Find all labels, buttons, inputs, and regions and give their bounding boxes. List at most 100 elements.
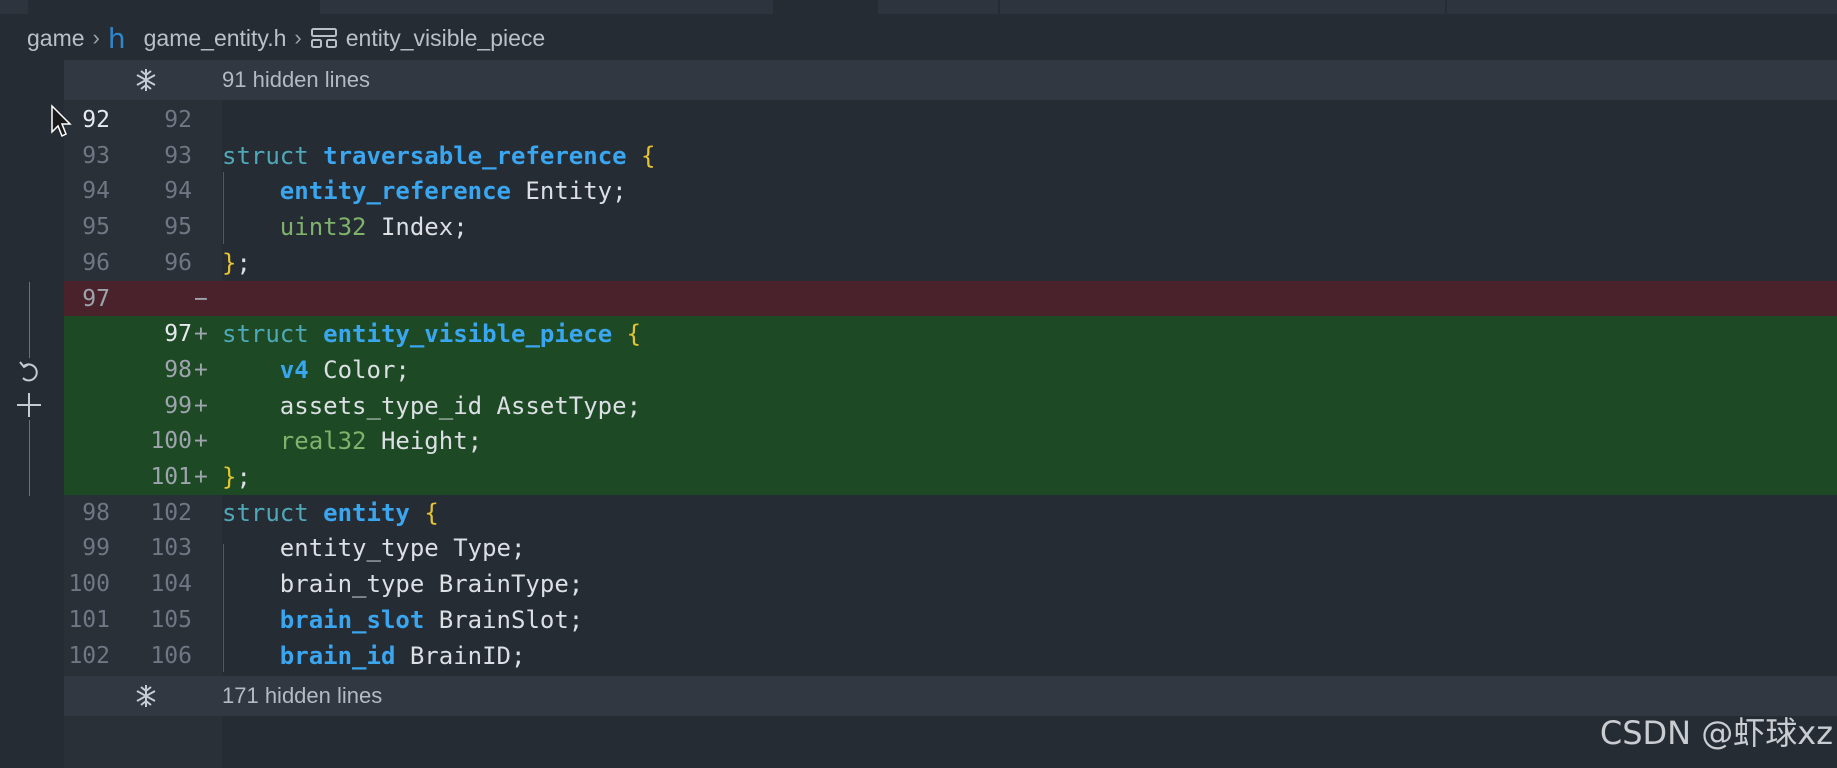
- old-line-number: 95: [82, 214, 110, 241]
- code-text[interactable]: assets_type_id AssetType;: [222, 388, 641, 424]
- expand-icon[interactable]: [64, 683, 222, 709]
- diff-marker: [194, 495, 218, 531]
- code-text[interactable]: entity_reference Entity;: [222, 173, 627, 209]
- code-text[interactable]: real32 Height;: [222, 423, 482, 459]
- new-line-number: 100: [150, 428, 192, 455]
- code-text[interactable]: struct traversable_reference {: [222, 138, 656, 174]
- old-line-number: 94: [82, 178, 110, 205]
- code-text[interactable]: struct entity {: [222, 495, 439, 531]
- code-text[interactable]: struct entity_visible_piece {: [222, 316, 641, 352]
- new-line-number: 96: [164, 249, 192, 276]
- code-token: assets_type_id AssetType;: [222, 391, 642, 420]
- code-line[interactable]: 99 103 entity_type Type;: [64, 530, 1837, 566]
- code-line[interactable]: 93 93 struct traversable_reference {: [64, 138, 1837, 174]
- tab-stub[interactable]: [878, 0, 998, 14]
- code-line[interactable]: 100 104 brain_type BrainType;: [64, 566, 1837, 602]
- added-line[interactable]: 100 + real32 Height;: [64, 423, 1837, 460]
- code-text[interactable]: entity_type Type;: [222, 530, 526, 566]
- tab-stub[interactable]: [320, 0, 773, 14]
- diff-marker: +: [194, 392, 208, 419]
- plus-icon[interactable]: [14, 390, 44, 420]
- diff-marker: −: [194, 285, 208, 312]
- code-token: BrainSlot;: [424, 605, 584, 634]
- new-line-number: 94: [164, 178, 192, 205]
- diff-marker: +: [194, 356, 208, 383]
- hidden-lines-top[interactable]: 91 hidden lines: [64, 60, 1837, 100]
- code-line[interactable]: 102 106 brain_id BrainID;: [64, 638, 1837, 674]
- change-range-line: [29, 420, 30, 496]
- new-line-number: 99: [164, 392, 192, 419]
- chevron-right-icon: ›: [92, 25, 100, 50]
- breadcrumb-folder[interactable]: game: [27, 25, 85, 52]
- code-text[interactable]: };: [222, 459, 251, 495]
- tab-strip: [0, 0, 1837, 16]
- added-line[interactable]: 98 + v4 Color;: [64, 351, 1837, 388]
- code-token: ;: [236, 248, 251, 277]
- hidden-lines-bottom[interactable]: 171 hidden lines: [64, 676, 1837, 716]
- code-token: {: [641, 141, 656, 170]
- code-text[interactable]: brain_type BrainType;: [222, 566, 583, 602]
- hidden-lines-label: 91 hidden lines: [222, 67, 371, 92]
- expand-icon[interactable]: [64, 67, 222, 93]
- code-token: struct: [222, 320, 324, 349]
- struct-icon: [310, 27, 338, 49]
- added-line[interactable]: 101 +};: [64, 459, 1837, 495]
- diff-marker: [194, 245, 218, 281]
- code-line[interactable]: 95 95 uint32 Index;: [64, 209, 1837, 245]
- old-line-number: 96: [82, 249, 110, 276]
- indent-guide: [223, 172, 224, 244]
- code-token: {: [626, 320, 642, 349]
- new-line-number: 101: [150, 464, 192, 490]
- code-token: v4: [279, 355, 309, 384]
- hidden-lines-label: 171 hidden lines: [222, 683, 383, 708]
- code-token: brain_slot: [279, 605, 425, 634]
- code-token: brain_type BrainType;: [222, 570, 584, 599]
- new-line-number: 93: [164, 142, 192, 169]
- new-line-number: 105: [150, 606, 192, 633]
- old-line-number: 97: [82, 285, 110, 312]
- breadcrumb-symbol[interactable]: entity_visible_piece: [346, 25, 545, 52]
- code-line[interactable]: 101 105 brain_slot BrainSlot;: [64, 602, 1837, 638]
- code-line[interactable]: 96 96};: [64, 245, 1837, 281]
- old-line-number: 101: [68, 606, 110, 633]
- watermark: CSDN @虾球xz: [1599, 714, 1833, 752]
- mouse-cursor-icon: [50, 104, 72, 143]
- added-line[interactable]: 97 + struct entity_visible_piece {: [64, 316, 1837, 353]
- code-token: real32: [279, 427, 367, 456]
- added-line[interactable]: 99 + assets_type_id AssetType;: [64, 387, 1837, 424]
- old-line-number: [64, 316, 110, 352]
- diff-marker: [194, 102, 218, 138]
- tab-stub[interactable]: [1447, 0, 1837, 14]
- code-line[interactable]: 98 102 struct entity {: [64, 495, 1837, 531]
- code-text[interactable]: brain_id BrainID;: [222, 638, 526, 674]
- tab-stub[interactable]: [0, 0, 28, 14]
- old-line-number: 102: [68, 642, 110, 669]
- old-line-number: [64, 423, 110, 459]
- old-line-number: 93: [82, 142, 110, 169]
- code-token: struct: [222, 498, 324, 527]
- code-text[interactable]: brain_slot BrainSlot;: [222, 602, 583, 638]
- code-token: entity_reference: [279, 177, 511, 206]
- new-line-number: 97: [164, 321, 192, 348]
- tab-stub[interactable]: [1000, 0, 1445, 14]
- revert-icon[interactable]: [14, 356, 44, 386]
- old-line-number: 100: [68, 571, 110, 598]
- diff-marker: [194, 602, 218, 638]
- diff-marker: [194, 209, 218, 245]
- diff-marker: [194, 138, 218, 174]
- breadcrumb-file[interactable]: game_entity.h: [144, 25, 287, 52]
- code-line[interactable]: 94 94 entity_reference Entity;: [64, 173, 1837, 209]
- code-text[interactable]: };: [222, 245, 251, 281]
- chevron-right-icon: ›: [294, 25, 302, 50]
- code-text[interactable]: uint32 Index;: [222, 209, 468, 245]
- diff-marker: +: [194, 464, 208, 490]
- removed-line[interactable]: 97 −: [64, 280, 1837, 317]
- diff-marker: [194, 530, 218, 566]
- code-text[interactable]: v4 Color;: [222, 352, 410, 388]
- code-line[interactable]: 92 92: [64, 102, 1837, 138]
- header-file-icon: h: [107, 21, 126, 55]
